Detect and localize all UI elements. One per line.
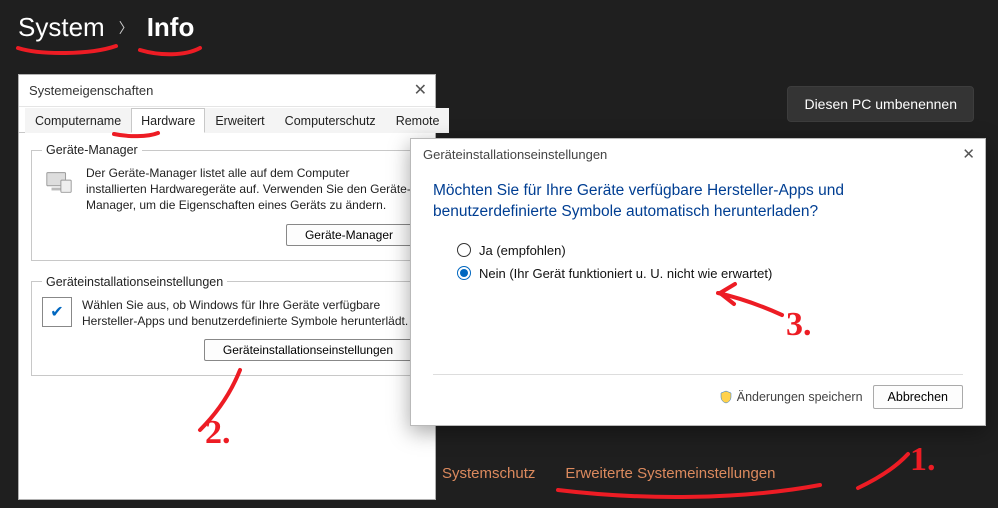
breadcrumb: System 〉 Info [18, 12, 194, 43]
dialog-titlebar[interactable]: Systemeigenschaften ✕ [19, 75, 435, 107]
close-icon[interactable]: ✕ [414, 80, 427, 100]
checkbox-icon: ✔ [42, 297, 72, 327]
device-manager-icon [42, 165, 76, 199]
tab-strip: Computername Hardware Erweitert Computer… [19, 107, 435, 133]
tab-erweitert[interactable]: Erweitert [205, 108, 274, 133]
device-install-desc: Wählen Sie aus, ob Windows für Ihre Gerä… [82, 297, 412, 329]
tab-panel-hardware: Geräte-Manager Der Geräte-Manager listet… [19, 133, 435, 400]
svg-text:1.: 1. [910, 441, 936, 478]
tab-remote[interactable]: Remote [386, 108, 450, 133]
chevron-right-icon: 〉 [119, 18, 133, 38]
device-install-settings-dialog: Geräteinstallationseinstellungen ✕ Möcht… [410, 138, 986, 426]
option-no-label: Nein (Ihr Gerät funktioniert u. U. nicht… [479, 266, 772, 281]
close-icon[interactable]: ✕ [962, 145, 975, 163]
system-properties-dialog: Systemeigenschaften ✕ Computername Hardw… [18, 74, 436, 500]
dialog-title: Systemeigenschaften [29, 83, 153, 98]
cancel-button[interactable]: Abbrechen [873, 385, 963, 409]
tab-computername[interactable]: Computername [25, 108, 131, 133]
radio-group: Ja (empfohlen) Nein (Ihr Gerät funktioni… [411, 229, 985, 295]
group-device-install-settings: Geräteinstallationseinstellungen ✔ Wähle… [31, 275, 423, 376]
group-device-manager: Geräte-Manager Der Geräte-Manager listet… [31, 143, 423, 261]
breadcrumb-root[interactable]: System [18, 12, 105, 43]
legend-device-manager: Geräte-Manager [42, 143, 142, 157]
option-no[interactable]: Nein (Ihr Gerät funktioniert u. U. nicht… [457, 266, 939, 281]
dialog-question: Möchten Sie für Ihre Geräte verfügbare H… [411, 169, 985, 229]
breadcrumb-page: Info [147, 12, 195, 43]
link-erweiterte-systemeinstellungen[interactable]: Erweiterte Systemeinstellungen [565, 465, 775, 482]
save-changes-button[interactable]: Änderungen speichern [719, 390, 863, 404]
dialog-footer: Änderungen speichern Abbrechen [433, 374, 963, 409]
link-systemschutz[interactable]: Systemschutz [442, 465, 535, 482]
related-links: Systemschutz Erweiterte Systemeinstellun… [442, 465, 775, 482]
dialog-titlebar[interactable]: Geräteinstallationseinstellungen ✕ [411, 139, 985, 169]
dialog-title: Geräteinstallationseinstellungen [423, 147, 607, 162]
option-yes-label: Ja (empfohlen) [479, 243, 566, 258]
option-yes[interactable]: Ja (empfohlen) [457, 243, 939, 258]
legend-device-install: Geräteinstallationseinstellungen [42, 275, 227, 289]
tab-hardware[interactable]: Hardware [131, 108, 205, 133]
tab-computerschutz[interactable]: Computerschutz [275, 108, 386, 133]
device-install-settings-button[interactable]: Geräteinstallationseinstellungen [204, 339, 412, 361]
device-manager-button[interactable]: Geräte-Manager [286, 224, 412, 246]
shield-icon [719, 390, 733, 404]
radio-icon [457, 243, 471, 257]
rename-pc-button[interactable]: Diesen PC umbenennen [787, 86, 974, 122]
radio-icon-selected [457, 266, 471, 280]
device-manager-desc: Der Geräte-Manager listet alle auf dem C… [86, 165, 412, 214]
